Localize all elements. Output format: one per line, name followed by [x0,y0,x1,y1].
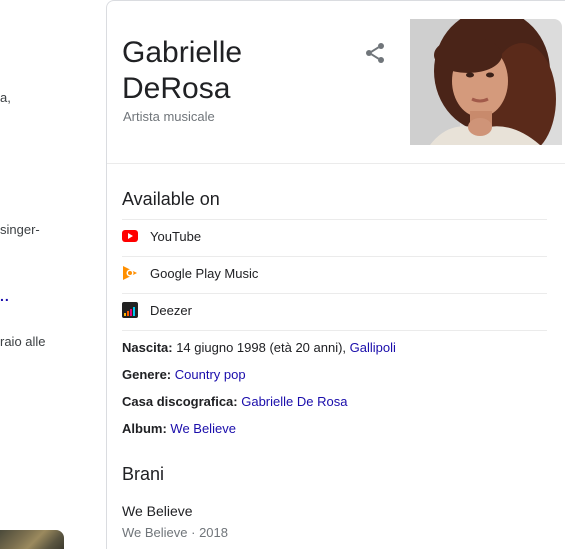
available-on-youtube[interactable]: YouTube [122,221,201,251]
result-snippet-fragment: a, [0,90,11,105]
fact-label: Casa discografica: [122,394,238,409]
entity-title-line2: DeRosa [122,72,231,105]
google-play-music-icon [122,265,138,281]
song-title[interactable]: We Believe [122,503,193,519]
songs-heading: Brani [122,464,165,484]
portrait-image [410,19,562,145]
available-on-deezer[interactable]: Deezer [122,295,192,325]
album-link[interactable]: We Believe [170,421,236,436]
genre-link[interactable]: Country pop [175,367,246,382]
search-results-column: a, singer- .. raio alle [0,0,100,549]
fact-record-label: Casa discografica: Gabrielle De Rosa [122,394,347,409]
fact-label: Nascita: [122,340,173,355]
fact-genre: Genere: Country pop [122,367,246,382]
entity-title-line1: Gabrielle [122,36,243,69]
fact-label: Genere: [122,367,172,382]
divider [122,219,547,220]
song-meta: We Believe · 2018 [122,525,228,540]
entity-subtitle: Artista musicale [123,109,215,124]
fact-album: Album: We Believe [122,421,236,436]
entity-photo[interactable] [410,19,562,145]
result-thumbnail[interactable] [0,530,64,549]
divider [122,330,547,331]
available-on-google-play-music[interactable]: Google Play Music [122,258,258,288]
record-label-link[interactable]: Gabrielle De Rosa [241,394,347,409]
available-on-label: YouTube [150,228,202,244]
deezer-icon [122,302,138,318]
divider [122,256,547,257]
available-on-heading: Available on [122,189,220,209]
fact-label: Album: [122,421,167,436]
available-on-label: Deezer [150,302,192,318]
divider [122,293,547,294]
result-snippet-fragment: singer- [0,222,40,237]
share-button[interactable] [363,41,387,65]
fact-value: 14 giugno 1998 (età 20 anni), [172,340,350,355]
fact-birth: Nascita: 14 giugno 1998 (età 20 anni), G… [122,340,396,355]
available-on-label: Google Play Music [150,265,259,281]
divider [107,163,565,164]
share-icon [366,43,384,63]
result-snippet-fragment: raio alle [0,334,46,349]
knowledge-panel: Gabrielle DeRosa Artista musicale Availa… [106,0,565,549]
result-more-link[interactable]: .. [0,288,10,304]
birthplace-link[interactable]: Gallipoli [350,340,396,355]
youtube-icon [122,228,138,244]
